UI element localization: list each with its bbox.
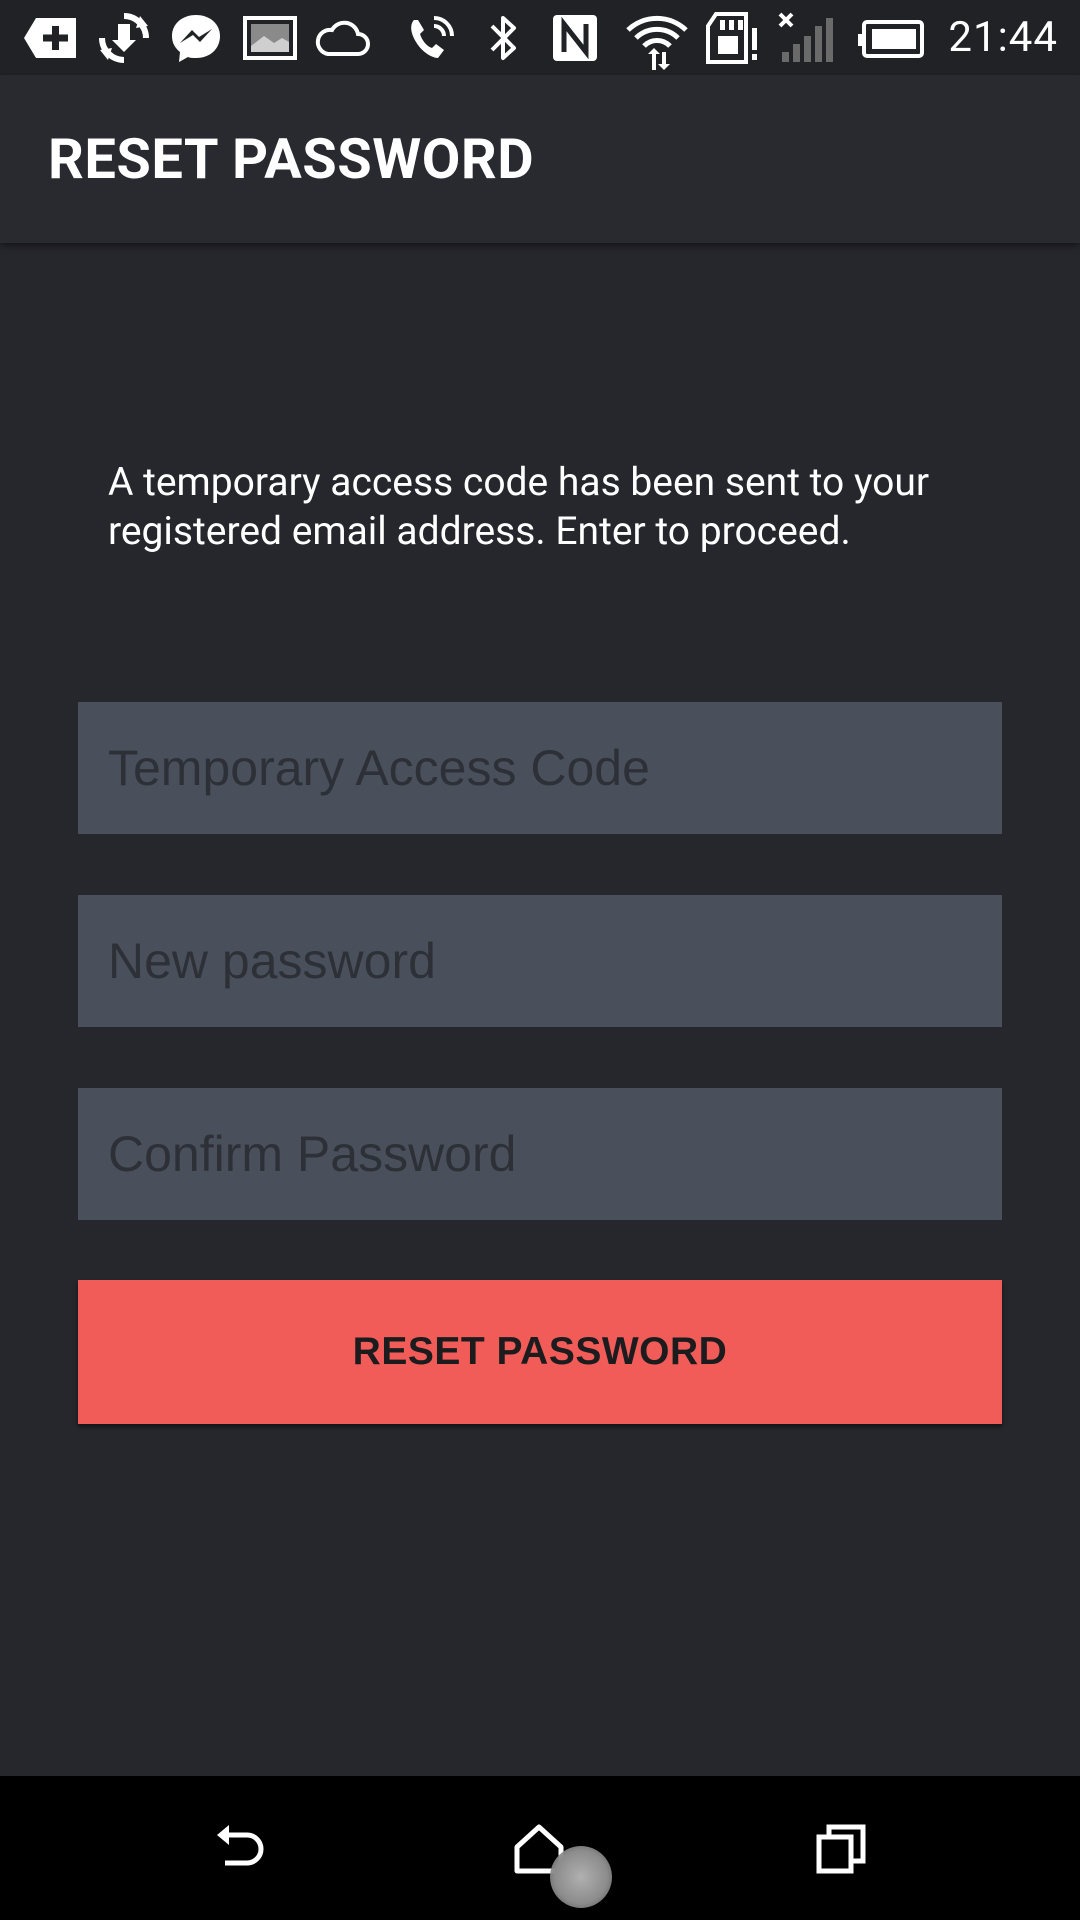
signal-icon [778,12,838,64]
cloud-icon [312,12,372,64]
page-title: RESET PASSWORD [48,126,535,192]
sd-card-alert-icon [706,12,762,64]
temporary-access-code-input[interactable] [78,702,1002,834]
recents-icon [815,1823,867,1879]
app-bar: RESET PASSWORD [0,75,1080,243]
nfc-icon [550,12,600,64]
status-clock: 21:44 [948,13,1058,62]
messenger-icon [168,12,224,64]
call-forward-icon [404,12,458,64]
navigation-bar [0,1776,1080,1920]
instruction-text: A temporary access code has been sent to… [108,459,930,554]
recents-button[interactable] [796,1806,886,1896]
reset-password-button[interactable]: RESET PASSWORD [78,1280,1002,1424]
sync-icon [96,12,152,64]
touch-indicator [550,1846,612,1908]
back-button[interactable] [196,1806,286,1896]
image-icon [242,12,298,64]
bluetooth-icon [484,12,524,64]
back-icon [211,1823,271,1879]
confirm-password-input[interactable] [78,1088,1002,1220]
reset-password-button-label: RESET PASSWORD [352,1330,728,1373]
wifi-icon [624,12,690,70]
status-bar: 21:44 [0,0,1080,75]
battery-icon [856,12,926,64]
add-icon [22,12,80,64]
new-password-input[interactable] [78,895,1002,1027]
